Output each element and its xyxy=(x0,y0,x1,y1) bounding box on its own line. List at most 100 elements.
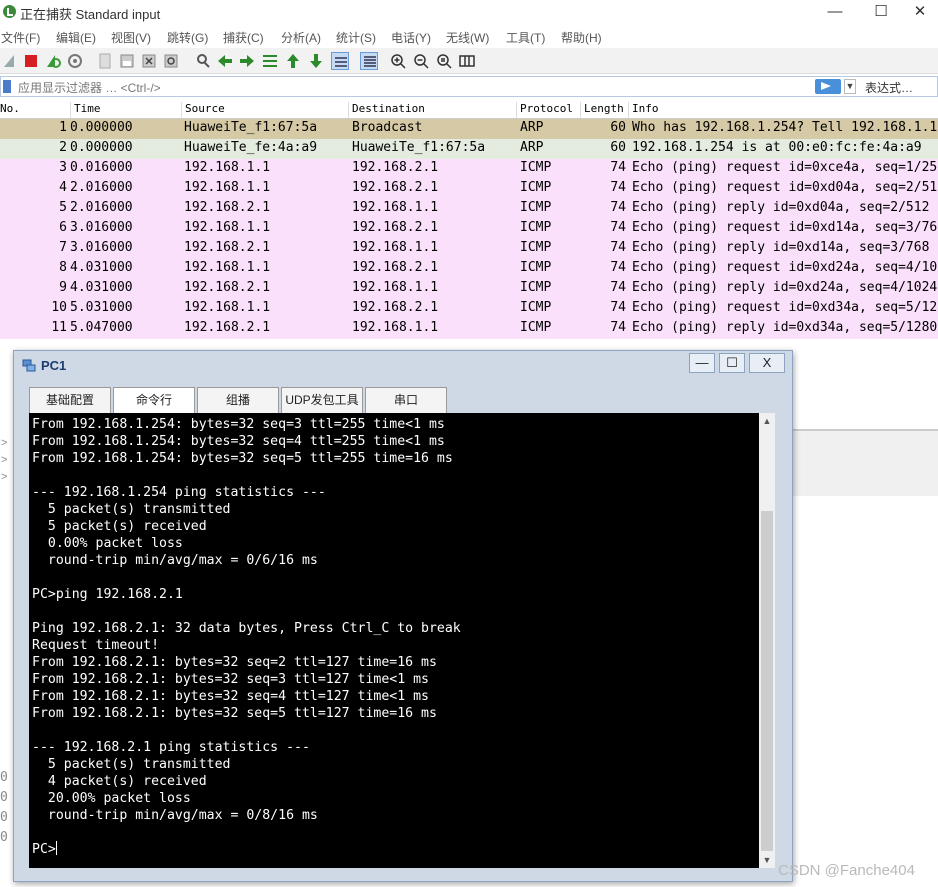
tab-multicast[interactable]: 组播 xyxy=(197,387,279,413)
menu-analyze[interactable]: 分析(A) xyxy=(281,29,321,46)
stop-capture-icon[interactable] xyxy=(22,52,40,70)
packet-row[interactable]: 1 0.000000 HuaweiTe_f1:67:5a Broadcast ARP 60… xyxy=(0,119,938,139)
menu-edit[interactable]: 编辑(E) xyxy=(56,29,96,46)
packet-row[interactable]: 8 4.031000 192.168.1.1 192.168.2.1 ICMP 74 Ech… xyxy=(0,259,938,279)
chevron-right-icon[interactable]: > xyxy=(1,452,7,469)
column-header-no[interactable]: No. xyxy=(0,102,20,118)
packet-no: 1 xyxy=(59,120,67,135)
save-file-icon[interactable] xyxy=(118,52,136,70)
tab-command-line[interactable]: 命令行 xyxy=(113,387,195,413)
packet-list: 1 0.000000 HuaweiTe_f1:67:5a Broadcast ARP 60… xyxy=(0,119,938,339)
column-header-info[interactable]: Info xyxy=(628,102,659,118)
menu-go[interactable]: 跳转(G) xyxy=(167,29,208,46)
zoom-in-icon[interactable] xyxy=(389,52,407,70)
zoom-out-icon[interactable] xyxy=(412,52,430,70)
pc1-maximize-button[interactable]: ☐ xyxy=(719,353,745,373)
chevron-right-icon[interactable]: > xyxy=(1,435,7,452)
go-to-packet-icon[interactable] xyxy=(261,52,279,70)
menu-capture[interactable]: 捕获(C) xyxy=(223,29,264,46)
column-header-source[interactable]: Source xyxy=(181,102,225,118)
pc1-title-bar[interactable]: PC1 — ☐ X xyxy=(14,351,792,381)
go-forward-icon[interactable] xyxy=(238,52,256,70)
autoscroll-icon[interactable] xyxy=(331,52,349,70)
expression-button[interactable]: 表达式… xyxy=(865,79,913,96)
go-back-icon[interactable] xyxy=(216,52,234,70)
pc1-close-button[interactable]: X xyxy=(749,353,785,373)
go-first-icon[interactable] xyxy=(284,52,302,70)
command-line-terminal[interactable]: From 192.168.1.254: bytes=32 seq=3 ttl=2… xyxy=(29,413,774,868)
packet-destination: 192.168.1.1 xyxy=(352,280,439,295)
packet-protocol: ICMP xyxy=(520,200,552,215)
packet-source: 192.168.1.1 xyxy=(184,220,271,235)
chevron-right-icon[interactable]: > xyxy=(1,469,7,486)
packet-row[interactable]: 2 0.000000 HuaweiTe_fe:4a:a9 HuaweiTe_f1:67… xyxy=(0,139,938,159)
menu-telephony[interactable]: 电话(Y) xyxy=(391,29,431,46)
terminal-line: From 192.168.2.1: bytes=32 seq=2 ttl=127… xyxy=(32,655,437,670)
pc1-minimize-button[interactable]: — xyxy=(689,353,715,373)
go-last-icon[interactable] xyxy=(307,52,325,70)
tab-basic-config[interactable]: 基础配置 xyxy=(29,387,111,413)
packet-time: 3.016000 xyxy=(70,240,133,255)
terminal-line: Request timeout! xyxy=(32,638,160,653)
close-button[interactable]: ✕ xyxy=(902,0,938,26)
menu-statistics[interactable]: 统计(S) xyxy=(336,29,376,46)
terminal-line: round-trip min/avg/max = 0/8/16 ms xyxy=(32,808,318,823)
menu-file[interactable]: 文件(F) xyxy=(1,29,40,46)
zoom-reset-icon[interactable] xyxy=(435,52,453,70)
packet-time: 2.016000 xyxy=(70,180,133,195)
packet-row[interactable]: 5 2.016000 192.168.2.1 192.168.1.1 ICMP 74 Ech… xyxy=(0,199,938,219)
column-header-length[interactable]: Length xyxy=(580,102,624,118)
packet-info: Echo (ping) request id=0xd24a, seq=4/102… xyxy=(632,260,938,275)
packet-row[interactable]: 7 3.016000 192.168.2.1 192.168.1.1 ICMP 74 Ech… xyxy=(0,239,938,259)
packet-row[interactable]: 9 4.031000 192.168.2.1 192.168.1.1 ICMP 74 Ech… xyxy=(0,279,938,299)
menu-view[interactable]: 视图(V) xyxy=(111,29,151,46)
tab-serial[interactable]: 串口 xyxy=(365,387,447,413)
find-packet-icon[interactable] xyxy=(194,52,212,70)
terminal-line: 5 packet(s) transmitted xyxy=(32,757,231,772)
packet-row[interactable]: 3 0.016000 192.168.1.1 192.168.2.1 ICMP 74 Ech… xyxy=(0,159,938,179)
column-header-time[interactable]: Time xyxy=(70,102,101,118)
display-filter-bar[interactable]: 应用显示过滤器 … <Ctrl-/> ▼ 表达式… xyxy=(0,76,938,97)
filter-bookmark-icon[interactable] xyxy=(3,80,11,93)
filter-history-chevron-down-icon[interactable]: ▼ xyxy=(844,79,856,94)
maximize-button[interactable]: ☐ xyxy=(858,0,904,26)
display-filter-input[interactable]: 应用显示过滤器 … <Ctrl-/> xyxy=(18,79,161,96)
packet-row[interactable]: 10 5.031000 192.168.1.1 192.168.2.1 ICMP 74 Ec… xyxy=(0,299,938,319)
terminal-line: From 192.168.2.1: bytes=32 seq=4 ttl=127… xyxy=(32,689,429,704)
minimize-button[interactable]: — xyxy=(812,0,858,26)
tab-udp-tool[interactable]: UDP发包工具 xyxy=(281,387,363,413)
open-file-icon[interactable] xyxy=(96,52,114,70)
packet-details-expanders[interactable]: > > > xyxy=(1,435,7,486)
terminal-line: From 192.168.1.254: bytes=32 seq=3 ttl=2… xyxy=(32,417,445,432)
resize-columns-icon[interactable] xyxy=(458,52,476,70)
menu-tools[interactable]: 工具(T) xyxy=(506,29,545,46)
packet-source: 192.168.1.1 xyxy=(184,260,271,275)
menu-help[interactable]: 帮助(H) xyxy=(561,29,602,46)
colorize-icon[interactable] xyxy=(360,52,378,70)
shark-fin-start-icon[interactable] xyxy=(2,52,20,70)
menu-wireless[interactable]: 无线(W) xyxy=(446,29,489,46)
packet-row[interactable]: 11 5.047000 192.168.2.1 192.168.1.1 ICMP 74 Ec… xyxy=(0,319,938,339)
apply-filter-arrow-icon[interactable] xyxy=(815,79,841,94)
close-file-icon[interactable] xyxy=(140,52,158,70)
packet-no: 2 xyxy=(59,140,67,155)
packet-protocol: ICMP xyxy=(520,260,552,275)
packet-row[interactable]: 4 2.016000 192.168.1.1 192.168.2.1 ICMP 74 Ech… xyxy=(0,179,938,199)
restart-capture-icon[interactable] xyxy=(44,52,62,70)
packet-bytes-offsets: 0 0 0 0 xyxy=(0,768,12,848)
packet-no: 7 xyxy=(59,240,67,255)
column-header-destination[interactable]: Destination xyxy=(348,102,425,118)
packet-source: HuaweiTe_fe:4a:a9 xyxy=(184,140,318,155)
capture-options-icon[interactable] xyxy=(66,52,84,70)
scrollbar-thumb[interactable] xyxy=(761,511,773,851)
column-header-protocol[interactable]: Protocol xyxy=(516,102,573,118)
packet-no: 11 xyxy=(51,320,67,335)
terminal-scrollbar[interactable]: ▲ ▼ xyxy=(759,413,775,868)
packet-list-header: No. Time Source Destination Protocol Len… xyxy=(0,99,938,119)
reload-file-icon[interactable] xyxy=(162,52,180,70)
scroll-up-arrow-icon[interactable]: ▲ xyxy=(759,413,775,429)
packet-protocol: ICMP xyxy=(520,280,552,295)
packet-row[interactable]: 6 3.016000 192.168.1.1 192.168.2.1 ICMP 74 Ech… xyxy=(0,219,938,239)
scroll-down-arrow-icon[interactable]: ▼ xyxy=(759,852,775,868)
